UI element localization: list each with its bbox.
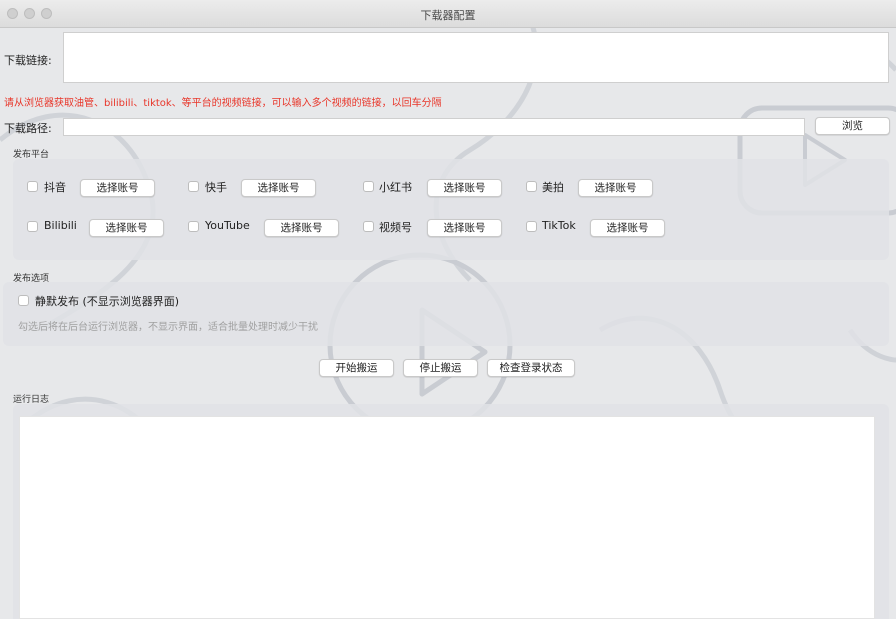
- start-transfer-button[interactable]: 开始搬运: [319, 359, 394, 377]
- select-account-button-shipinhao[interactable]: 选择账号: [427, 219, 502, 237]
- browse-button[interactable]: 浏览: [815, 117, 890, 135]
- select-account-button-bilibili[interactable]: 选择账号: [89, 219, 164, 237]
- platform-checkbox-kuaishou[interactable]: [188, 181, 199, 192]
- platform-checkbox-youtube[interactable]: [188, 221, 199, 232]
- select-account-button-meipai[interactable]: 选择账号: [578, 179, 653, 197]
- select-account-button-kuaishou[interactable]: 选择账号: [241, 179, 316, 197]
- platform-checkbox-meipai[interactable]: [526, 181, 537, 192]
- platform-label-youtube: YouTube: [205, 219, 250, 232]
- log-group: [13, 404, 889, 619]
- download-link-hint: 请从浏览器获取油管、bilibili、tiktok、等平台的视频链接，可以输入多…: [4, 98, 442, 109]
- platforms-group: 抖音 选择账号 快手 选择账号 小红书 选择账号 美拍 选择账号 Bilibil…: [13, 159, 889, 260]
- silent-publish-hint: 勾选后将在后台运行浏览器，不显示界面，适合批量处理时减少干扰: [18, 322, 318, 333]
- stop-transfer-button[interactable]: 停止搬运: [403, 359, 478, 377]
- select-account-button-tiktok[interactable]: 选择账号: [590, 219, 665, 237]
- check-login-button[interactable]: 检查登录状态: [487, 359, 575, 377]
- platform-label-kuaishou: 快手: [205, 181, 227, 194]
- platform-checkbox-bilibili[interactable]: [27, 221, 38, 232]
- log-output[interactable]: [19, 416, 875, 619]
- select-account-button-xiaohongshu[interactable]: 选择账号: [427, 179, 502, 197]
- platform-checkbox-shipinhao[interactable]: [363, 221, 374, 232]
- platform-checkbox-tiktok[interactable]: [526, 221, 537, 232]
- platform-label-xiaohongshu: 小红书: [379, 181, 412, 194]
- download-link-label: 下载链接:: [4, 54, 52, 67]
- platform-label-tiktok: TikTok: [542, 219, 576, 232]
- download-link-input[interactable]: [63, 32, 889, 83]
- app-window: 下载器配置 下载链接: 请从浏览器获取油管、bilibili、tiktok、等平…: [0, 0, 896, 619]
- download-path-input[interactable]: [63, 118, 805, 136]
- select-account-button-youtube[interactable]: 选择账号: [264, 219, 339, 237]
- platform-checkbox-xiaohongshu[interactable]: [363, 181, 374, 192]
- main-content: 下载链接: 请从浏览器获取油管、bilibili、tiktok、等平台的视频链接…: [0, 28, 896, 619]
- silent-publish-checkbox[interactable]: [18, 295, 29, 306]
- platform-label-bilibili: Bilibili: [44, 219, 77, 232]
- window-title: 下载器配置: [420, 9, 476, 22]
- title-bar[interactable]: 下载器配置: [0, 0, 896, 28]
- silent-publish-label: 静默发布 (不显示浏览器界面): [35, 295, 180, 308]
- select-account-button-douyin[interactable]: 选择账号: [80, 179, 155, 197]
- options-group: 静默发布 (不显示浏览器界面) 勾选后将在后台运行浏览器，不显示界面，适合批量处…: [3, 282, 889, 346]
- platform-label-meipai: 美拍: [542, 181, 564, 194]
- platform-label-shipinhao: 视频号: [379, 221, 412, 234]
- download-path-label: 下载路径:: [4, 122, 52, 135]
- platform-label-douyin: 抖音: [44, 181, 66, 194]
- platform-checkbox-douyin[interactable]: [27, 181, 38, 192]
